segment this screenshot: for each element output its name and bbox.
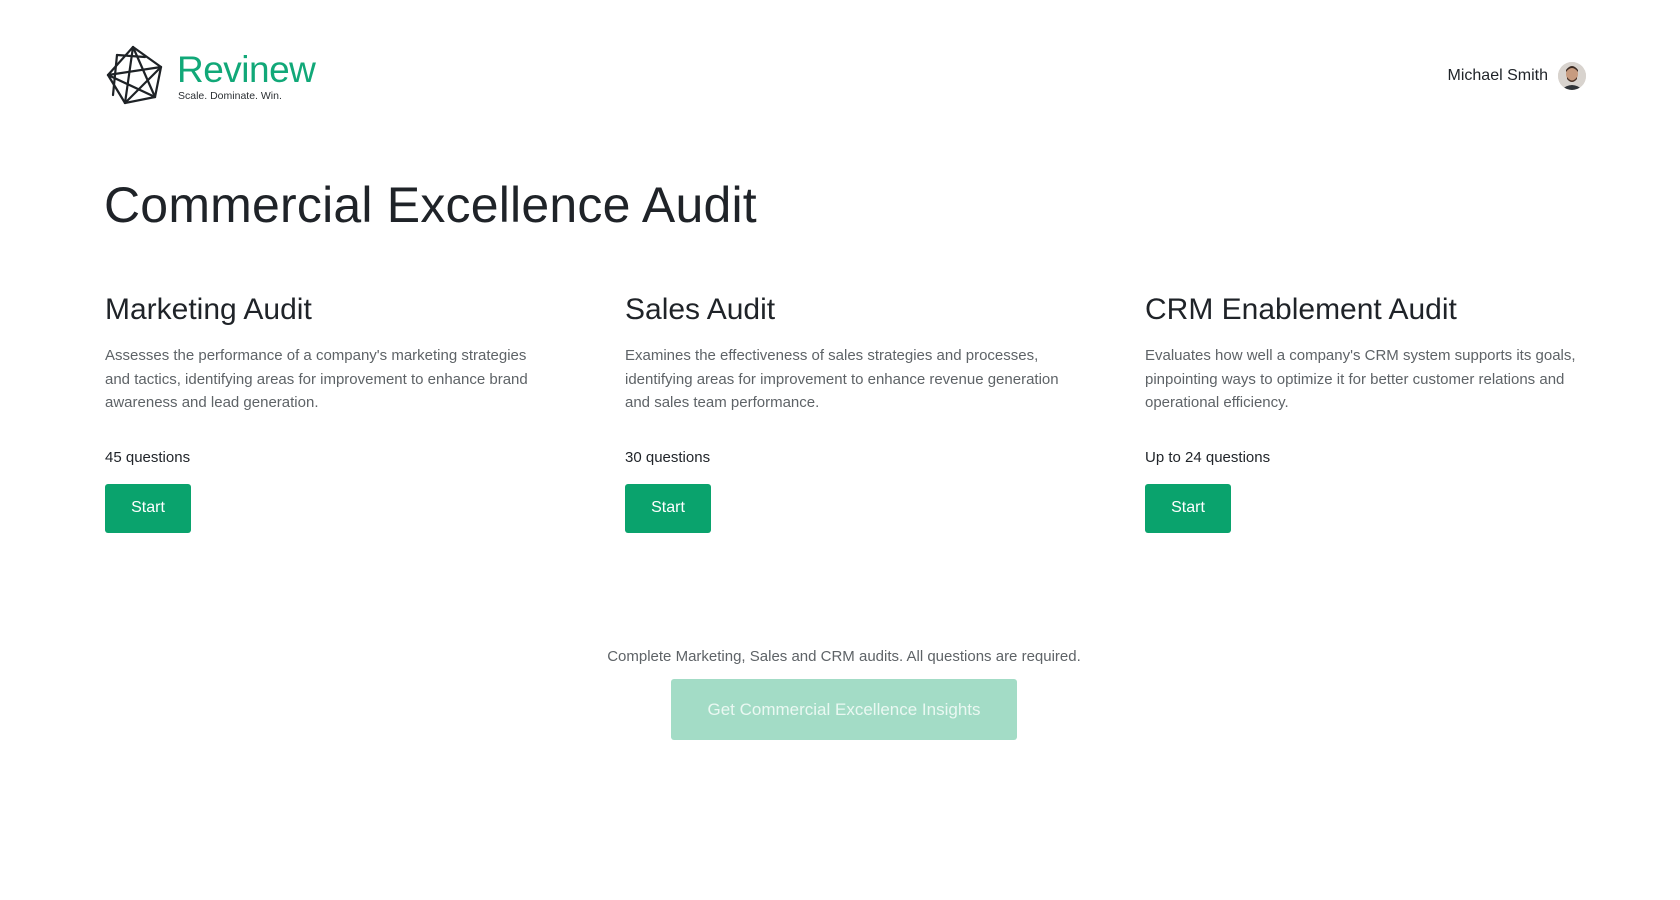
brand-name: Revinew: [177, 48, 316, 90]
audit-question-count: 30 questions: [625, 448, 711, 466]
user-menu[interactable]: Michael Smith: [1448, 62, 1586, 90]
audit-question-count: 45 questions: [105, 448, 191, 466]
audit-title: Sales Audit: [625, 293, 776, 326]
audit-question-count: Up to 24 questions: [1145, 448, 1271, 466]
page-title: Commercial Excellence Audit: [104, 177, 757, 233]
network-star-logo-icon: [106, 45, 163, 105]
top-header: Revinew Scale. Dominate. Win. Michael Sm…: [105, 44, 1586, 108]
audit-cards: Marketing Audit Assesses the performance…: [105, 290, 1595, 533]
audit-card-crm: CRM Enablement Audit Evaluates how well …: [1145, 290, 1595, 533]
brand-tagline: Scale. Dominate. Win.: [178, 89, 282, 102]
insights-section: Complete Marketing, Sales and CRM audits…: [0, 648, 1680, 740]
audit-description: Examines the effectiveness of sales stra…: [625, 347, 1059, 411]
page: Revinew Scale. Dominate. Win. Michael Sm…: [0, 0, 1680, 900]
start-sales-audit-button[interactable]: Start: [625, 483, 711, 533]
brand-text: Revinew Scale. Dominate. Win.: [177, 48, 316, 102]
audit-description: Evaluates how well a company's CRM syste…: [1145, 347, 1576, 411]
start-marketing-audit-button[interactable]: Start: [105, 483, 191, 533]
start-crm-audit-button[interactable]: Start: [1145, 483, 1231, 533]
audit-title: Marketing Audit: [105, 293, 312, 326]
audit-title: CRM Enablement Audit: [1145, 293, 1457, 326]
user-avatar-icon[interactable]: [1558, 62, 1586, 90]
audit-card-sales: Sales Audit Examines the effectiveness o…: [625, 290, 1145, 533]
get-insights-button[interactable]: Get Commercial Excellence Insights: [671, 679, 1017, 740]
audit-card-marketing: Marketing Audit Assesses the performance…: [105, 290, 625, 533]
brand-logo[interactable]: Revinew Scale. Dominate. Win.: [105, 45, 316, 107]
completion-note: Complete Marketing, Sales and CRM audits…: [607, 648, 1081, 665]
audit-description: Assesses the performance of a company's …: [105, 347, 528, 411]
user-name: Michael Smith: [1447, 67, 1548, 84]
